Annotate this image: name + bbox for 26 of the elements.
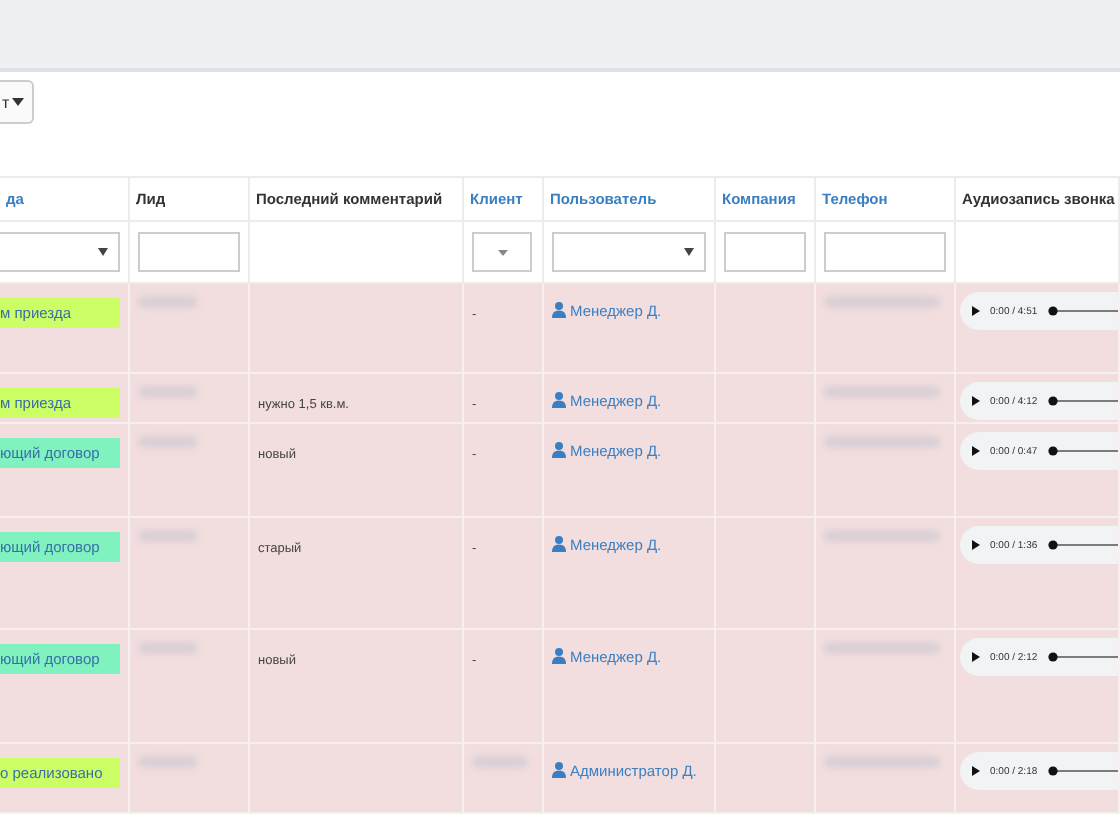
dropdown-button[interactable]: т bbox=[0, 80, 34, 124]
play-icon bbox=[972, 306, 980, 316]
filter-input[interactable] bbox=[724, 232, 806, 272]
caret-icon bbox=[497, 249, 507, 255]
play-icon bbox=[972, 540, 980, 550]
user-icon bbox=[552, 762, 566, 778]
user-icon bbox=[552, 648, 566, 664]
play-icon bbox=[972, 766, 980, 776]
seek-bar[interactable] bbox=[1047, 446, 1118, 456]
seek-bar[interactable] bbox=[1047, 396, 1118, 406]
seek-bar[interactable] bbox=[1047, 652, 1118, 662]
user-icon bbox=[552, 536, 566, 552]
play-icon bbox=[972, 652, 980, 662]
user-icon bbox=[552, 442, 566, 458]
filter-input[interactable] bbox=[138, 232, 240, 272]
user-icon bbox=[552, 302, 566, 318]
caret-icon bbox=[98, 248, 108, 256]
seek-bar[interactable] bbox=[1047, 766, 1118, 776]
seek-bar[interactable] bbox=[1047, 306, 1118, 316]
caret-icon bbox=[684, 248, 694, 256]
play-icon bbox=[972, 396, 980, 406]
user-icon bbox=[552, 392, 566, 408]
caret-icon bbox=[11, 98, 24, 106]
filter-input[interactable] bbox=[824, 232, 946, 272]
play-icon bbox=[972, 446, 980, 456]
seek-bar[interactable] bbox=[1047, 540, 1118, 550]
